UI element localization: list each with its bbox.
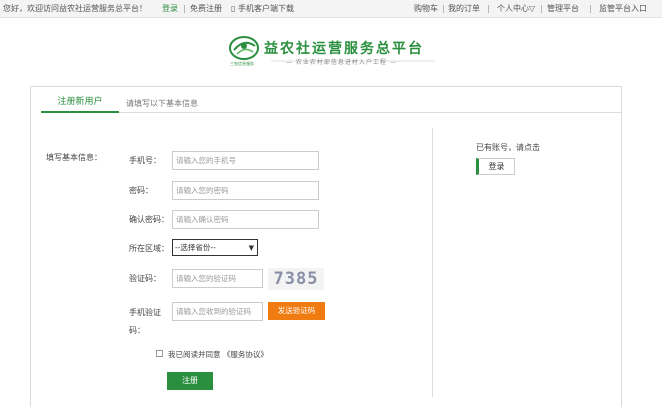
- province-select[interactable]: --选择省份-- ▼: [172, 239, 258, 256]
- captcha-image[interactable]: 7385: [268, 268, 324, 290]
- tab-hint: 请填写以下基本信息: [126, 99, 198, 108]
- region-label: 所在区域：: [129, 244, 169, 253]
- separator: |: [487, 4, 490, 13]
- phone-download-link[interactable]: ▯ 手机客户端下载: [231, 4, 294, 14]
- confirm-password-input[interactable]: [172, 210, 319, 229]
- logo-subtitle: — 农业农村部信息进村入户工程 —: [286, 59, 397, 66]
- captcha-input[interactable]: [172, 269, 263, 288]
- tab-register[interactable]: 注册新用户: [41, 96, 119, 113]
- phone-input[interactable]: [172, 151, 319, 170]
- login-button[interactable]: 登录: [476, 158, 515, 175]
- logo-title: 益农社运营服务总平台: [264, 41, 424, 57]
- register-panel: [30, 86, 622, 407]
- top-bar: 您好，欢迎访问益农社运营服务总平台！ 登录 | 免费注册 ▯ 手机客户端下载 购…: [0, 0, 662, 18]
- register-link[interactable]: 免费注册: [190, 4, 222, 14]
- phone-label: 手机号：: [129, 156, 161, 165]
- agree-checkbox[interactable]: [156, 350, 163, 357]
- welcome-text: 您好，欢迎访问益农社运营服务总平台！: [3, 4, 147, 13]
- sms-code-label-cont: 码：: [129, 326, 145, 335]
- separator: |: [183, 4, 186, 13]
- separator: |: [540, 4, 543, 13]
- my-orders-link[interactable]: 我的订单: [448, 4, 480, 14]
- login-link[interactable]: 登录: [162, 4, 178, 14]
- captcha-label: 验证码：: [129, 274, 161, 283]
- vertical-divider: [432, 128, 433, 397]
- password-label: 密码：: [129, 186, 153, 195]
- manage-platform-link[interactable]: 管理平台: [547, 4, 579, 14]
- cart-link[interactable]: 购物车: [414, 4, 438, 14]
- section-label: 填写基本信息：: [46, 153, 102, 162]
- supervise-platform-link[interactable]: 监管平台入口: [599, 4, 647, 14]
- separator: |: [442, 4, 445, 13]
- register-button[interactable]: 注册: [167, 372, 213, 390]
- tab-divider: [41, 112, 621, 113]
- send-code-button[interactable]: 发送验证码: [268, 302, 325, 320]
- separator: |: [589, 4, 592, 13]
- password-input[interactable]: [172, 181, 319, 200]
- confirm-password-label: 确认密码：: [129, 215, 169, 224]
- dropdown-arrow-icon: ▼: [248, 244, 254, 252]
- province-select-value: --选择省份--: [175, 243, 216, 252]
- user-center-menu[interactable]: 个人中心▽: [497, 4, 535, 14]
- logo-small-text: 三农信息服务: [230, 61, 254, 66]
- sms-code-input[interactable]: [172, 302, 263, 321]
- sms-code-label: 手机验证: [129, 308, 161, 317]
- has-account-text: 已有账号，请点击: [476, 143, 540, 152]
- agree-text[interactable]: 我已阅读并同意 《服务协议》: [168, 350, 268, 359]
